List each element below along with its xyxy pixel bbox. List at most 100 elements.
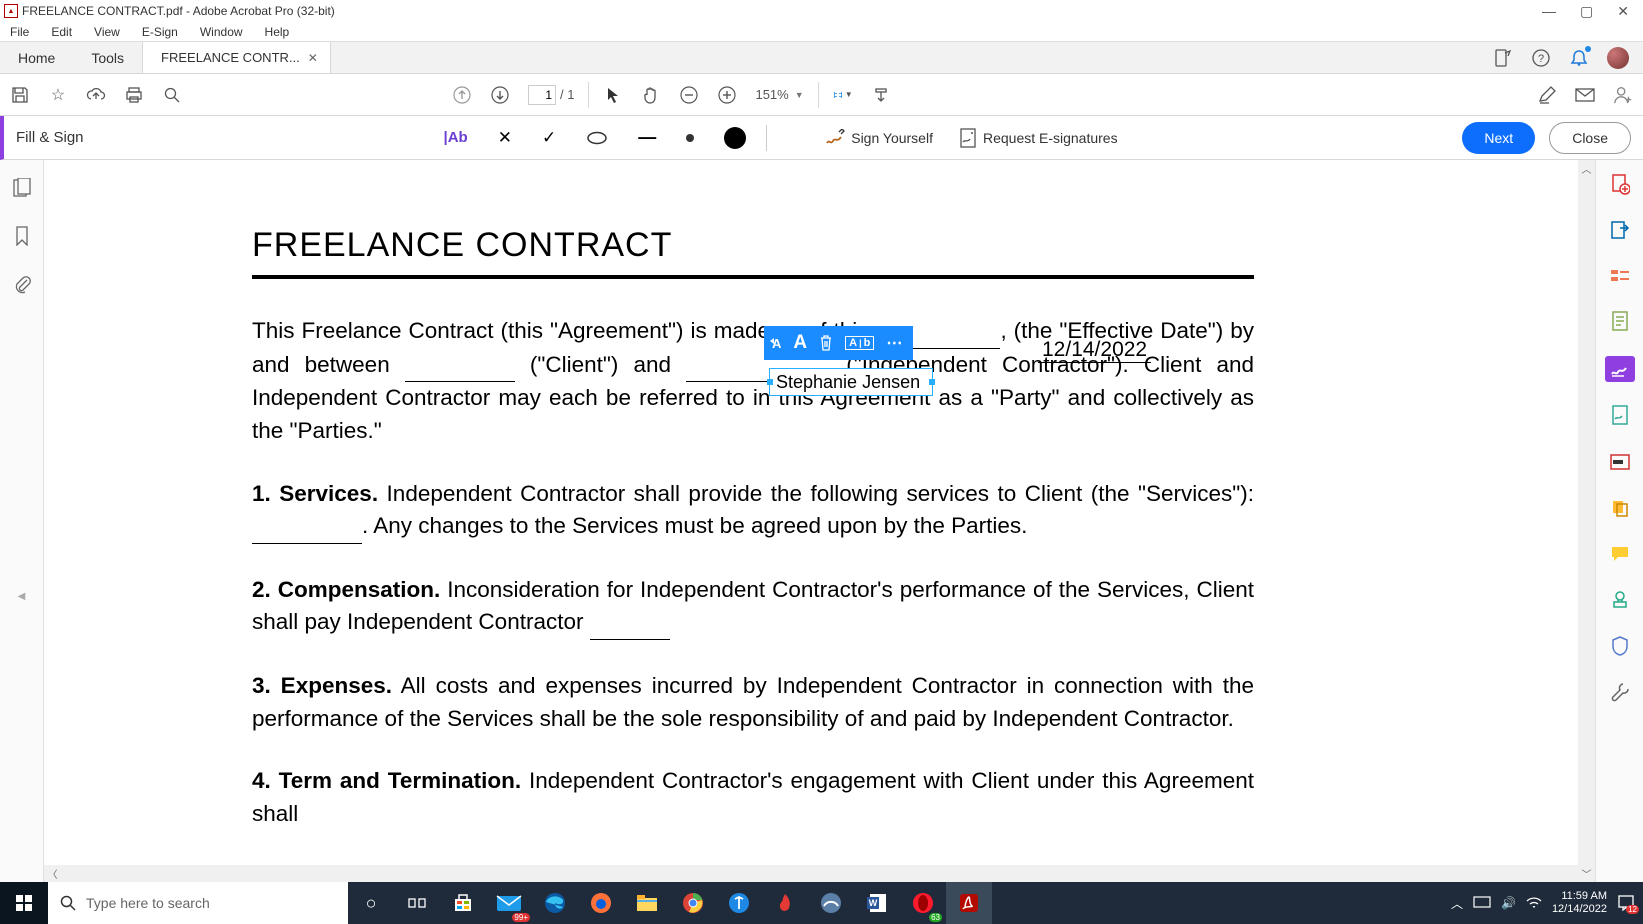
comb-field-icon[interactable]: A|b xyxy=(845,336,874,350)
envelope-icon[interactable] xyxy=(1575,85,1595,105)
explorer-icon[interactable] xyxy=(624,882,670,924)
export-pdf-icon[interactable] xyxy=(1608,218,1632,242)
horizontal-scrollbar[interactable]: 〈 xyxy=(44,865,1578,882)
taskbar-search[interactable]: Type here to search xyxy=(48,882,348,924)
mail-icon[interactable]: 99+ xyxy=(486,882,532,924)
x-mark-tool[interactable]: ✕ xyxy=(498,128,512,148)
page-down-icon[interactable] xyxy=(490,85,510,105)
vertical-scrollbar[interactable]: ︿ ﹀ xyxy=(1578,160,1595,882)
more-options-icon[interactable]: ⋯ xyxy=(886,333,903,353)
close-window-button[interactable]: ✕ xyxy=(1617,3,1629,20)
redact-icon[interactable] xyxy=(1608,450,1632,474)
star-icon[interactable]: ☆ xyxy=(48,85,68,105)
cortana-icon[interactable]: ○ xyxy=(348,882,394,924)
help-icon[interactable]: ? xyxy=(1531,48,1551,68)
protect-icon[interactable] xyxy=(1608,634,1632,658)
print-icon[interactable] xyxy=(124,85,144,105)
word-icon[interactable]: W xyxy=(854,882,900,924)
request-sign-tool-icon[interactable] xyxy=(1608,404,1632,428)
create-pdf-icon[interactable] xyxy=(1608,172,1632,196)
circle-tool[interactable] xyxy=(586,131,608,145)
tab-tools[interactable]: Tools xyxy=(73,42,142,73)
pdf-page: FREELANCE CONTRACT This Freelance Contra… xyxy=(208,168,1298,861)
search-icon[interactable] xyxy=(162,85,182,105)
text-tool[interactable]: |Ab xyxy=(444,129,468,146)
menu-view[interactable]: View xyxy=(90,23,124,41)
attachments-icon[interactable] xyxy=(13,274,31,294)
sign-yourself-button[interactable]: Sign Yourself xyxy=(825,129,933,147)
maximize-button[interactable]: ▢ xyxy=(1580,3,1593,20)
hand-icon[interactable] xyxy=(641,85,661,105)
app-flame-icon[interactable] xyxy=(762,882,808,924)
thumbnails-icon[interactable] xyxy=(12,178,32,198)
opera-icon[interactable]: 63 xyxy=(900,882,946,924)
active-text-annotation[interactable]: Stephanie Jensen xyxy=(769,368,933,396)
pointer-icon[interactable] xyxy=(603,85,623,105)
tray-volume-icon[interactable]: 🔊 xyxy=(1501,896,1516,910)
tray-chevron-icon[interactable]: ︿ xyxy=(1451,895,1463,912)
comment-icon[interactable] xyxy=(1608,542,1632,566)
menu-file[interactable]: File xyxy=(6,23,33,41)
save-icon[interactable] xyxy=(10,85,30,105)
page-up-icon[interactable] xyxy=(452,85,472,105)
pencil-icon[interactable] xyxy=(1537,85,1557,105)
zoom-in-icon[interactable] xyxy=(717,85,737,105)
store-icon[interactable] xyxy=(440,882,486,924)
firefox-icon[interactable] xyxy=(578,882,624,924)
share-mobile-icon[interactable] xyxy=(1493,48,1513,68)
scroll-up-icon[interactable]: ︿ xyxy=(1578,160,1595,177)
fill-sign-tool-icon[interactable] xyxy=(1605,356,1635,382)
zoom-level[interactable]: 151% ▼ xyxy=(755,87,803,102)
edit-pdf-icon[interactable] xyxy=(1608,264,1632,288)
stamp-icon[interactable] xyxy=(1608,588,1632,612)
start-button[interactable] xyxy=(0,882,48,924)
tab-close-icon[interactable]: ✕ xyxy=(308,51,318,65)
minimize-button[interactable]: — xyxy=(1542,3,1556,20)
more-tools-icon[interactable] xyxy=(1608,680,1632,704)
next-button[interactable]: Next xyxy=(1462,122,1535,154)
menu-esign[interactable]: E-Sign xyxy=(138,23,182,41)
edge-icon[interactable] xyxy=(532,882,578,924)
color-picker[interactable] xyxy=(724,127,746,149)
zoom-out-icon[interactable] xyxy=(679,85,699,105)
cloud-upload-icon[interactable] xyxy=(86,85,106,105)
app-circle-icon[interactable] xyxy=(716,882,762,924)
dot-tool[interactable] xyxy=(686,134,694,142)
menu-help[interactable]: Help xyxy=(261,23,294,41)
system-clock[interactable]: 11:59 AM 12/14/2022 xyxy=(1552,890,1607,916)
menu-window[interactable]: Window xyxy=(196,23,247,41)
tray-wifi-icon[interactable] xyxy=(1526,896,1542,910)
filled-date-field[interactable]: 12/14/2022 xyxy=(1038,338,1151,363)
organize-icon[interactable] xyxy=(1608,310,1632,334)
chrome-icon[interactable] xyxy=(670,882,716,924)
delete-annotation-icon[interactable] xyxy=(819,335,833,351)
scroll-left-icon[interactable]: 〈 xyxy=(44,866,61,881)
fit-width-icon[interactable]: ▼ xyxy=(833,85,853,105)
decrease-font-icon[interactable]: A xyxy=(772,336,781,351)
document-viewport[interactable]: FREELANCE CONTRACT This Freelance Contra… xyxy=(44,160,1595,882)
page-input[interactable] xyxy=(528,85,556,105)
notifications-tray-icon[interactable]: 12 xyxy=(1617,894,1635,912)
request-signatures-button[interactable]: Request E-signatures xyxy=(959,128,1118,148)
menu-edit[interactable]: Edit xyxy=(47,23,76,41)
task-view-icon[interactable] xyxy=(394,882,440,924)
app-arc-icon[interactable] xyxy=(808,882,854,924)
check-mark-tool[interactable]: ✓ xyxy=(542,128,556,148)
scroll-down-icon[interactable]: ﹀ xyxy=(1578,865,1595,882)
line-tool[interactable]: — xyxy=(638,127,656,148)
acrobat-taskbar-icon[interactable] xyxy=(946,882,992,924)
add-person-icon[interactable] xyxy=(1613,85,1633,105)
bell-icon[interactable] xyxy=(1569,48,1589,68)
left-nav-rail: ◀ xyxy=(0,160,44,882)
main-toolbar: ☆ / 1 151% ▼ ▼ xyxy=(0,74,1643,116)
tab-home[interactable]: Home xyxy=(0,42,73,73)
combine-icon[interactable] xyxy=(1608,496,1632,520)
collapse-left-rail[interactable]: ◀ xyxy=(18,591,26,602)
scroll-mode-icon[interactable] xyxy=(871,85,891,105)
bookmarks-icon[interactable] xyxy=(14,226,30,246)
increase-font-icon[interactable]: A xyxy=(793,332,807,354)
tab-document[interactable]: FREELANCE CONTR... ✕ xyxy=(142,42,331,73)
tray-keyboard-icon[interactable] xyxy=(1473,896,1491,910)
close-panel-button[interactable]: Close xyxy=(1549,122,1631,154)
user-avatar[interactable] xyxy=(1607,47,1629,69)
